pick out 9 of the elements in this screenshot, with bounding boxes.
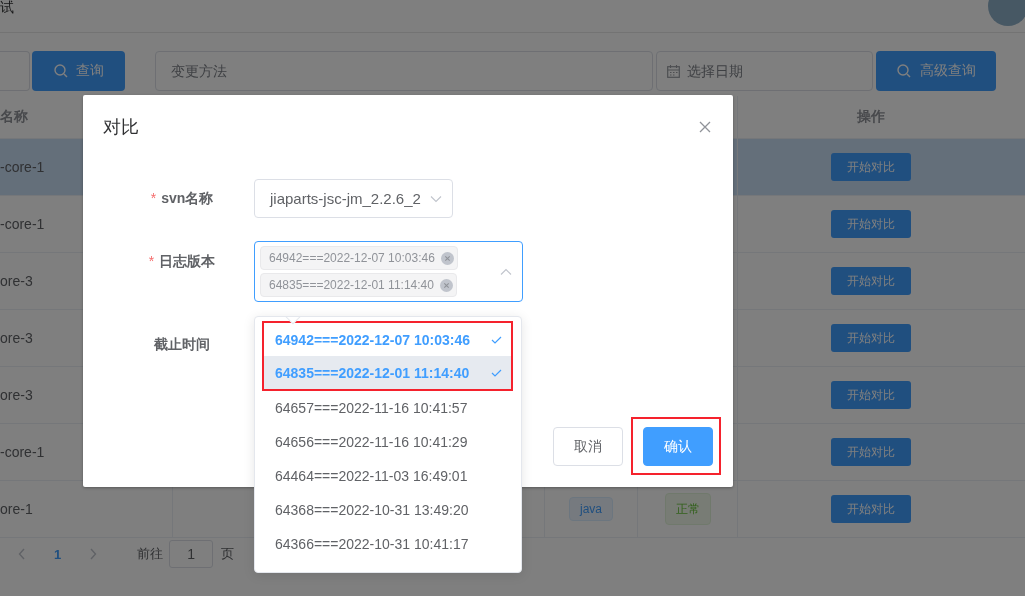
dialog-title: 对比 (103, 116, 139, 139)
page-unit: 页 (221, 545, 235, 563)
selected-tag: 64942===2022-12-07 10:03:46 (260, 246, 458, 270)
goto-label: 前往 (137, 545, 164, 563)
selected-tag: 64835===2022-12-01 11:14:40 (260, 273, 457, 297)
required-mark: * (148, 253, 155, 271)
type-tag: java (569, 497, 613, 521)
page-title: 试 (0, 0, 14, 15)
status-tag: 正常 (664, 493, 711, 525)
